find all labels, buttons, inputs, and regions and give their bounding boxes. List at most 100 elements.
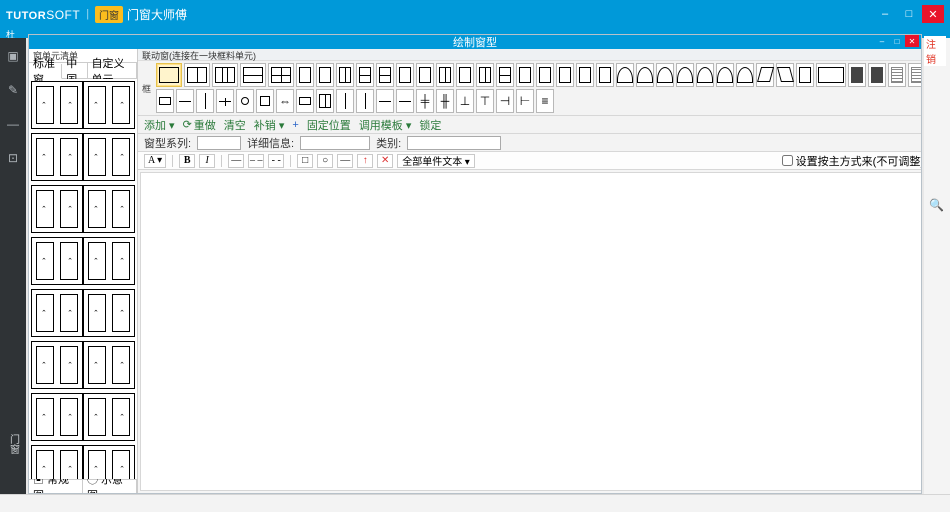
shape-tool-button[interactable]: [356, 89, 374, 113]
shape-tool-button[interactable]: [716, 63, 734, 87]
rail-dash-icon[interactable]: ―: [5, 116, 21, 132]
shape-tool-button[interactable]: ≡: [536, 89, 554, 113]
rail-layout-icon[interactable]: ▣: [5, 48, 21, 64]
line-dash2-button[interactable]: - -: [268, 154, 284, 168]
shape-tool-button[interactable]: [696, 63, 714, 87]
window-thumbnail[interactable]: ⌃⌃: [31, 81, 83, 129]
shape-tool-button[interactable]: [476, 63, 494, 87]
shape-tool-button[interactable]: ⊤: [476, 89, 494, 113]
font-color-button[interactable]: A ▾: [144, 154, 166, 168]
sales-tag[interactable]: 注销: [924, 36, 946, 66]
shape-tool-button[interactable]: [556, 63, 574, 87]
shape-tool-button[interactable]: [848, 63, 866, 87]
shape-tool-button[interactable]: [336, 63, 354, 87]
window-thumbnail[interactable]: ⌃⌃: [83, 341, 135, 389]
delete-button[interactable]: ✕: [377, 154, 393, 168]
drawing-canvas[interactable]: [140, 172, 921, 491]
shape-tool-button[interactable]: [240, 63, 266, 87]
window-thumbnail[interactable]: ⌃⌃: [31, 133, 83, 181]
window-thumbnail[interactable]: ⌃⌃: [83, 185, 135, 233]
window-thumbnail[interactable]: ⌃⌃: [83, 393, 135, 441]
arrow-up-button[interactable]: ↑: [357, 154, 373, 168]
shape-tool-button[interactable]: [756, 63, 774, 87]
shape-tool-button[interactable]: [676, 63, 694, 87]
shape-box-button[interactable]: □: [297, 154, 313, 168]
shape-tool-button[interactable]: [316, 63, 334, 87]
shape-tool-button[interactable]: [356, 63, 374, 87]
window-thumbnail[interactable]: ⌃⌃: [83, 237, 135, 285]
inner-minimize-button[interactable]: –: [875, 35, 889, 47]
outer-maximize-button[interactable]: □: [898, 5, 920, 23]
shape-tool-button[interactable]: [736, 63, 754, 87]
window-thumbnail[interactable]: ⌃⌃: [31, 237, 83, 285]
action-add[interactable]: 添加 ▾: [144, 117, 175, 133]
shape-tool-button[interactable]: ⊣: [496, 89, 514, 113]
shape-tool-button[interactable]: [816, 63, 846, 87]
action-fixpos[interactable]: 固定位置: [307, 117, 351, 133]
input-detail[interactable]: [300, 136, 370, 150]
shape-tool-button[interactable]: [776, 63, 794, 87]
tab-china[interactable]: 中国: [62, 63, 87, 78]
outer-minimize-button[interactable]: –: [874, 5, 896, 23]
shape-tool-button[interactable]: [196, 89, 214, 113]
shape-tool-button[interactable]: [456, 63, 474, 87]
window-thumbnail[interactable]: ⌃⌃: [83, 133, 135, 181]
shape-tool-button[interactable]: [416, 63, 434, 87]
tab-standard[interactable]: 标准窗: [29, 64, 62, 79]
window-thumbnail[interactable]: ⌃⌃: [31, 289, 83, 337]
input-series[interactable]: [197, 136, 241, 150]
shape-tool-button[interactable]: [536, 63, 554, 87]
shape-tool-button[interactable]: [436, 63, 454, 87]
shape-tool-button[interactable]: [496, 63, 514, 87]
action-plus[interactable]: +: [292, 119, 298, 131]
shape-tool-button[interactable]: ⊥: [456, 89, 474, 113]
line-solid-button[interactable]: —: [228, 154, 244, 168]
action-template[interactable]: 调用模板 ▾: [359, 117, 412, 133]
shape-tool-button[interactable]: [376, 89, 394, 113]
shape-tool-button[interactable]: [296, 63, 314, 87]
shape-tool-button[interactable]: [796, 63, 814, 87]
main-mode-checkbox[interactable]: [782, 155, 793, 166]
inner-maximize-button[interactable]: □: [890, 35, 904, 47]
tab-custom[interactable]: 自定义单元: [88, 63, 138, 78]
input-category[interactable]: [407, 136, 501, 150]
shape-tool-button[interactable]: [316, 89, 334, 113]
action-lock[interactable]: 锁定: [419, 117, 441, 133]
all-parts-text-button[interactable]: 全部单件文本 ▾: [397, 154, 475, 168]
shape-tool-button[interactable]: [656, 63, 674, 87]
footer-tab-view1[interactable]: ▣ 常规图: [29, 480, 83, 493]
shape-tool-button[interactable]: [212, 63, 238, 87]
window-thumbnail[interactable]: ⌃⌃: [83, 289, 135, 337]
window-thumbnail[interactable]: ⌃⌃: [31, 185, 83, 233]
shape-tool-button[interactable]: [516, 63, 534, 87]
shape-tool-button[interactable]: ⊢: [516, 89, 534, 113]
shape-tool-button[interactable]: [576, 63, 594, 87]
action-redo[interactable]: 重做: [183, 117, 216, 133]
shape-tool-button[interactable]: [636, 63, 654, 87]
shape-tool-button[interactable]: [336, 89, 354, 113]
window-thumbnail[interactable]: ⌃⌃: [31, 341, 83, 389]
shape-circle-button[interactable]: ○: [317, 154, 333, 168]
shape-tool-button[interactable]: [616, 63, 634, 87]
shape-tool-button[interactable]: [868, 63, 886, 87]
outer-close-button[interactable]: ✕: [922, 5, 944, 23]
window-thumbnail[interactable]: ⌃⌃: [31, 445, 83, 479]
shape-tool-button[interactable]: [296, 89, 314, 113]
shape-tool-button[interactable]: [888, 63, 906, 87]
shape-tool-button[interactable]: ⇔: [276, 89, 294, 113]
window-thumbnail[interactable]: ⌃⌃: [31, 393, 83, 441]
line-long-button[interactable]: —: [337, 154, 353, 168]
window-thumbnail[interactable]: ⌃⌃: [83, 445, 135, 479]
shape-tool-button[interactable]: [376, 63, 394, 87]
rail-pencil-icon[interactable]: ✎: [5, 82, 21, 98]
inner-close-button[interactable]: ✕: [905, 35, 919, 47]
search-icon[interactable]: 🔍: [929, 198, 944, 212]
window-thumbnail[interactable]: ⌃⌃: [83, 81, 135, 129]
action-supply[interactable]: 补销 ▾: [254, 117, 285, 133]
rail-camera-icon[interactable]: ⊡: [5, 150, 21, 166]
shape-tool-button[interactable]: [268, 63, 294, 87]
shape-tool-button[interactable]: [176, 89, 194, 113]
shape-tool-button[interactable]: [256, 89, 274, 113]
line-dash1-button[interactable]: – –: [248, 154, 264, 168]
shape-tool-button[interactable]: [396, 89, 414, 113]
